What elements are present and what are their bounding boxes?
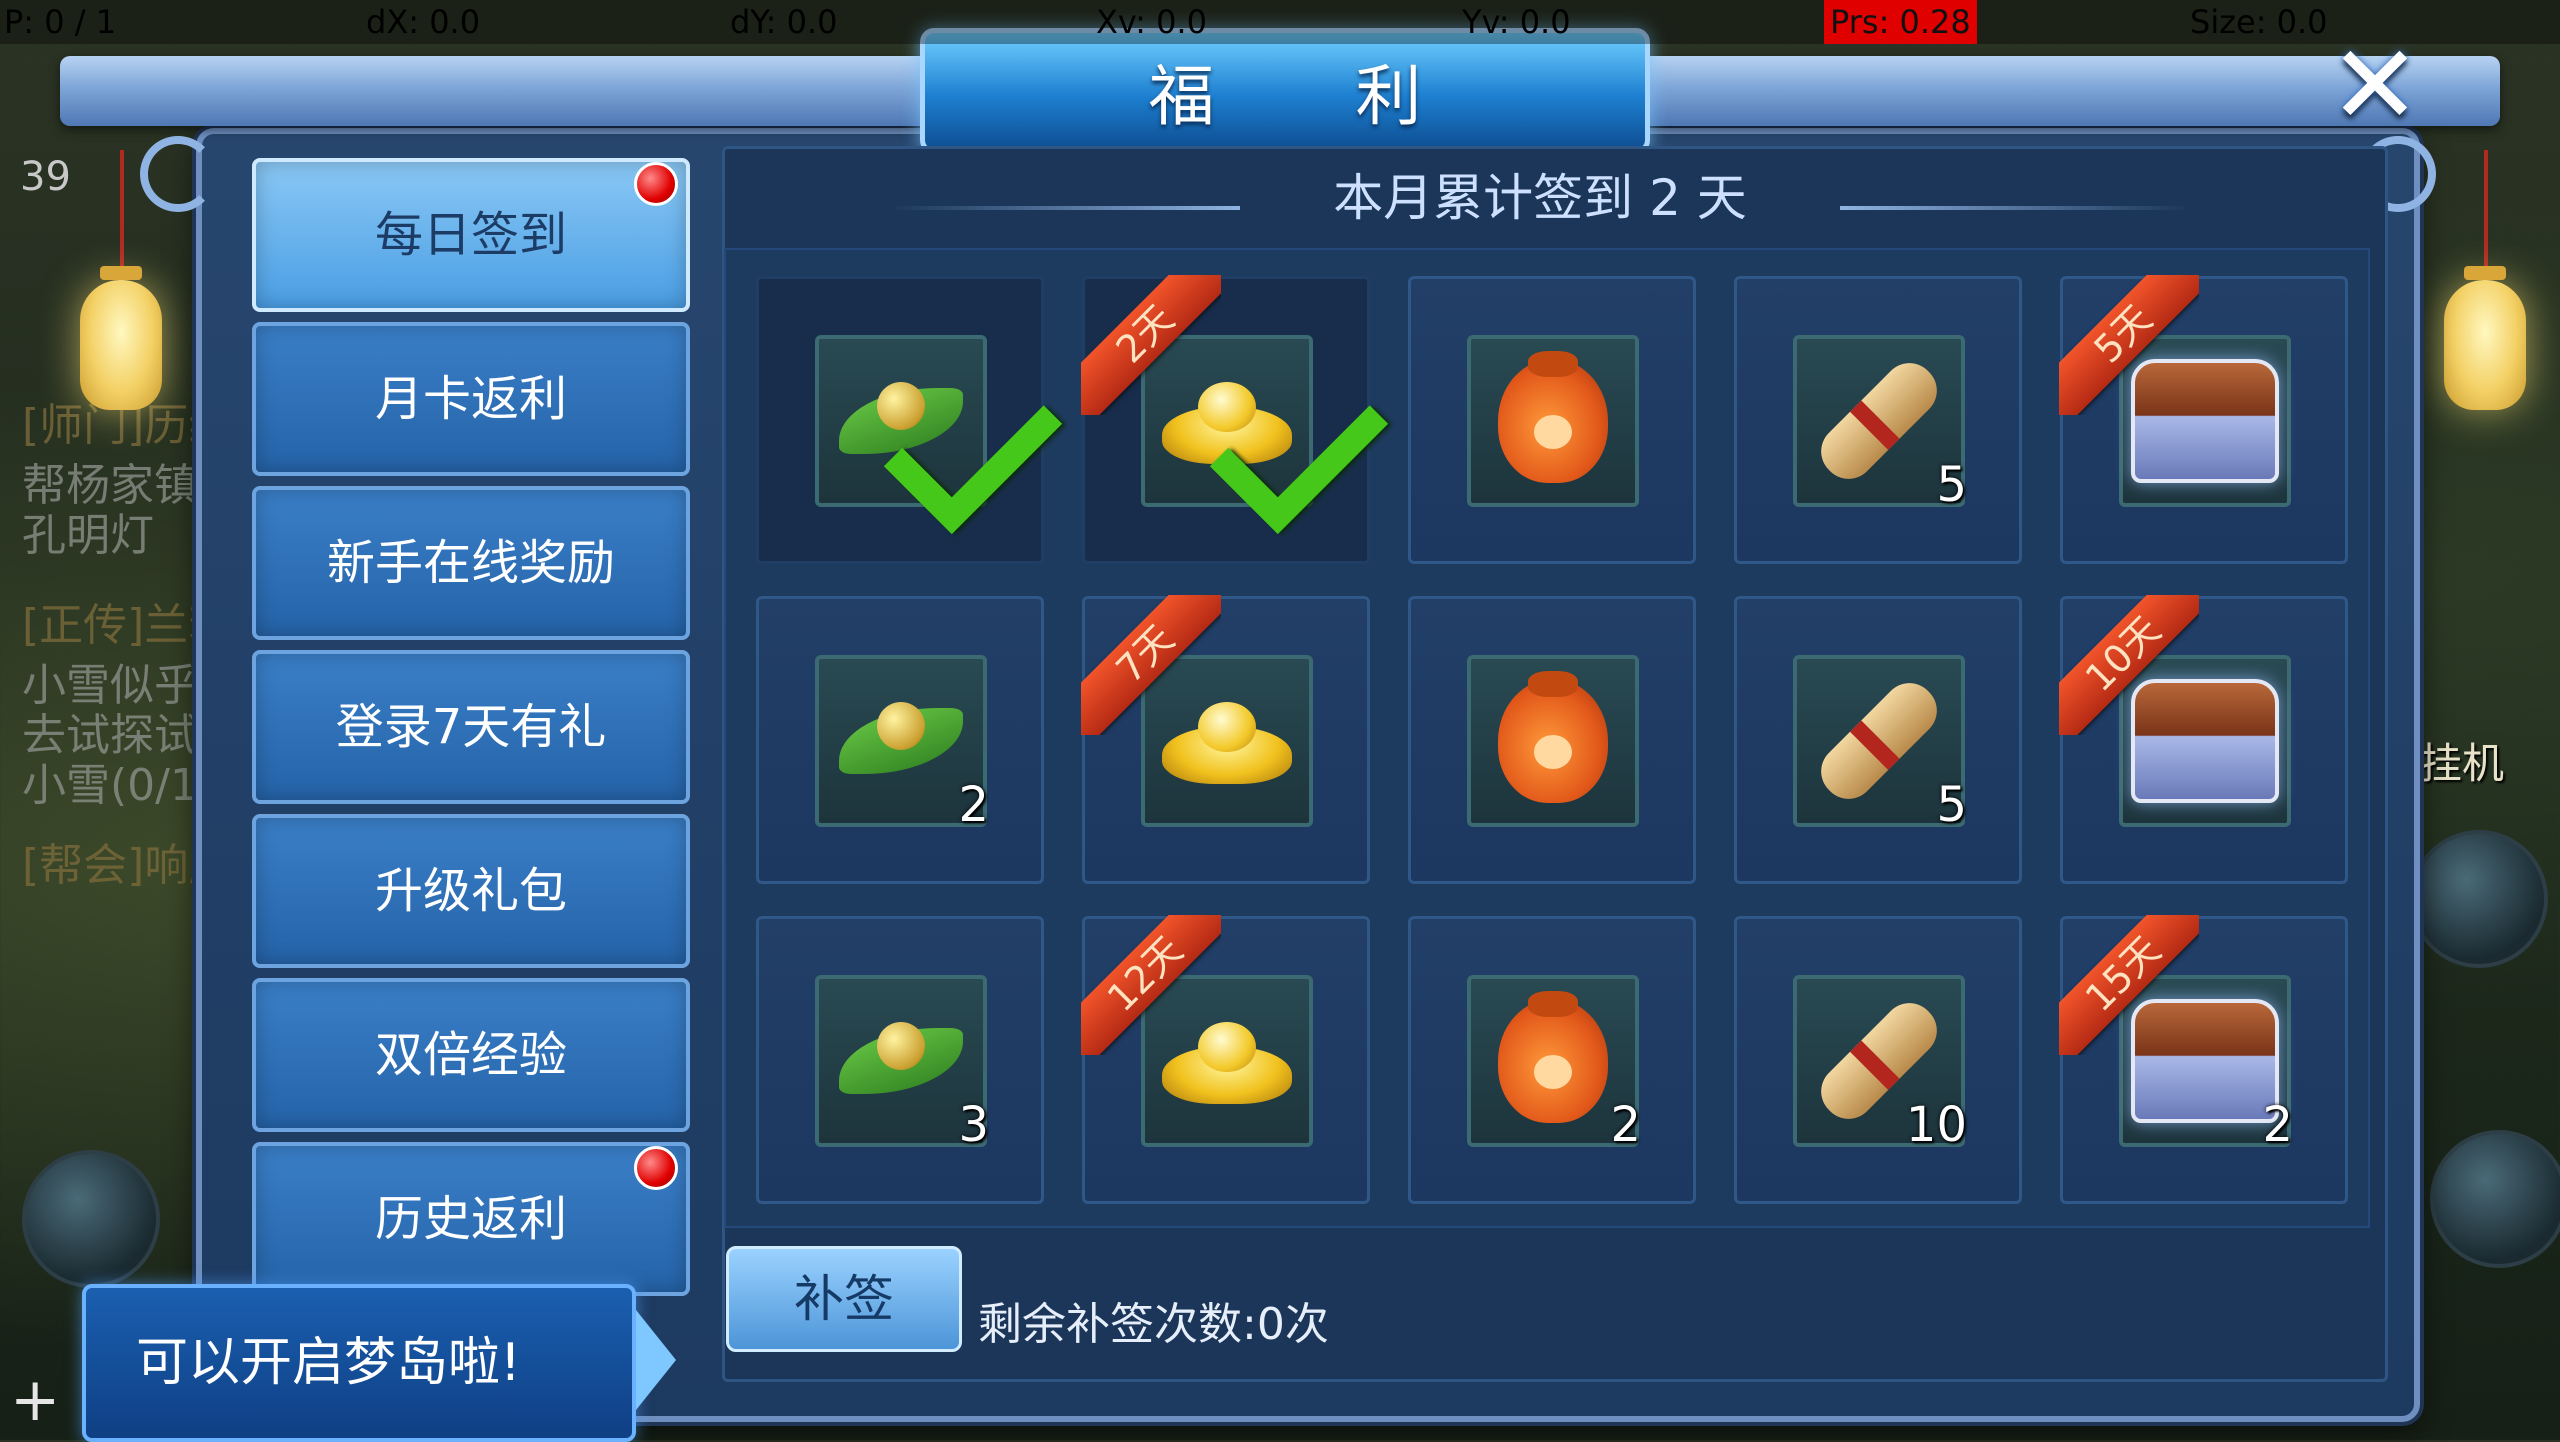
reward-cell[interactable]: 10 [1734, 916, 2022, 1204]
quest-line: 孔明灯 [22, 510, 154, 561]
reward-item-slot [2119, 655, 2291, 827]
reward-item-slot [1141, 655, 1313, 827]
reward-cell[interactable]: 2 [1408, 916, 1696, 1204]
header-divider-left [890, 206, 1240, 210]
sidebar-item-history-rebate[interactable]: 历史返利 [252, 1142, 690, 1296]
auto-battle-label: 挂机 [2420, 739, 2505, 788]
sidebar-item-double-exp[interactable]: 双倍经验 [252, 978, 690, 1132]
resign-button[interactable]: 补签 [726, 1246, 962, 1352]
sidebar-item-login-7days[interactable]: 登录7天有礼 [252, 650, 690, 804]
close-button[interactable]: ✕ [2320, 30, 2430, 140]
sidebar-item-label: 新手在线奖励 [326, 535, 615, 591]
skill-icon[interactable] [2410, 830, 2548, 968]
debug-pointer: P: 0 / 1 [4, 3, 117, 41]
reward-cell[interactable]: 3 [756, 916, 1044, 1204]
sidebar-item-levelup-pack[interactable]: 升级礼包 [252, 814, 690, 968]
treasure-chest-icon [2131, 679, 2279, 803]
reward-quantity: 5 [1936, 777, 1967, 833]
reward-item-slot [1467, 335, 1639, 507]
sidebar-item-daily-signin[interactable]: 每日签到 [252, 158, 690, 312]
sidebar-item-label: 每日签到 [374, 207, 567, 263]
notice-arrow-icon [636, 1310, 676, 1410]
sidebar-item-label: 双倍经验 [374, 1027, 567, 1083]
dream-island-notice[interactable]: 可以开启梦岛啦! [82, 1284, 636, 1442]
reward-quantity: 5 [1936, 457, 1967, 513]
quest-line: 小雪(0/1 [22, 760, 198, 811]
lock-icon[interactable] [2430, 1130, 2560, 1268]
scroll-icon [1810, 672, 1948, 810]
quest-line: 小雪似乎 [22, 660, 198, 711]
reward-quantity: 3 [958, 1097, 989, 1153]
reward-item-slot [1141, 335, 1389, 535]
reward-cell[interactable] [1408, 276, 1696, 564]
sidebar-item-monthly-card[interactable]: 月卡返利 [252, 322, 690, 476]
reward-item-slot [1141, 975, 1313, 1147]
window-title: 福 利 [1148, 58, 1482, 135]
reward-cell[interactable] [1408, 596, 1696, 884]
paw-bag-icon [1498, 351, 1608, 483]
leaf-pearl-icon [839, 702, 963, 774]
sidebar-item-label: 历史返利 [374, 1191, 567, 1247]
reward-cell[interactable]: 2 15天 [2059, 915, 2348, 1204]
claimed-check-icon [883, 355, 1063, 535]
header-divider-right [1840, 206, 2190, 210]
gold-ingot-icon [1162, 1016, 1292, 1106]
reward-cell[interactable]: 2天 [1081, 275, 1389, 564]
reward-quantity: 10 [1905, 1097, 1967, 1153]
treasure-chest-icon [2131, 359, 2279, 483]
reward-cell[interactable]: 5 [1734, 276, 2022, 564]
window-title-plate: 福 利 [920, 28, 1650, 154]
debug-overlay: P: 0 / 1 dX: 0.0 dY: 0.0 Xv: 0.0 Yv: 0.0… [0, 0, 2560, 44]
lantern-rope-left [120, 150, 124, 280]
treasure-chest-icon [2131, 999, 2279, 1123]
corner-ornament-left [140, 136, 216, 212]
monthly-signin-count: 本月累计签到 2 天 [1333, 169, 1747, 227]
reward-quantity: 2 [1610, 1097, 1641, 1153]
debug-xv: Xv: 0.0 [1096, 3, 1207, 41]
reward-cell[interactable]: 5天 [2059, 275, 2348, 564]
reward-quantity: 2 [2262, 1097, 2293, 1153]
reward-cell[interactable] [756, 276, 1063, 564]
plus-icon[interactable]: + [10, 1370, 60, 1430]
reward-item-slot [815, 335, 1063, 535]
debug-yv: Yv: 0.0 [1462, 3, 1571, 41]
paw-bag-icon [1498, 991, 1608, 1123]
reward-cell[interactable]: 2 [756, 596, 1044, 884]
reward-item-slot [2119, 335, 2291, 507]
reward-item-slot [1467, 655, 1639, 827]
debug-dy: dY: 0.0 [730, 3, 838, 41]
reward-cell[interactable]: 12天 [1081, 915, 1370, 1204]
mount-icon[interactable] [22, 1150, 160, 1288]
remaining-resign-count: 剩余补签次数:0次 [978, 1299, 1329, 1350]
player-level: 39 [20, 154, 71, 200]
notification-dot-icon [634, 1146, 678, 1190]
paw-bag-icon [1498, 671, 1608, 803]
lantern-left-icon [80, 266, 162, 410]
sidebar-item-newbie-online[interactable]: 新手在线奖励 [252, 486, 690, 640]
reward-cell[interactable]: 7天 [1081, 595, 1370, 884]
lantern-rope-right [2484, 150, 2488, 280]
sidebar-item-label: 登录7天有礼 [335, 699, 607, 755]
quest-line: 帮杨家镇 [22, 460, 198, 511]
reward-cell[interactable]: 5 [1734, 596, 2022, 884]
sidebar-item-label: 升级礼包 [374, 863, 567, 919]
quest-line: 去试探试 [22, 710, 198, 761]
reward-quantity: 2 [958, 777, 989, 833]
notification-dot-icon [634, 162, 678, 206]
reward-cell[interactable]: 10天 [2059, 595, 2348, 884]
scroll-icon [1810, 352, 1948, 490]
debug-pressure: Prs: 0.28 [1824, 0, 1977, 44]
leaf-pearl-icon [839, 1022, 963, 1094]
gold-ingot-icon [1162, 696, 1292, 786]
lantern-right-icon [2444, 266, 2526, 410]
debug-dx: dX: 0.0 [366, 3, 481, 41]
sidebar-item-label: 月卡返利 [374, 371, 567, 427]
debug-size: Size: 0.0 [2190, 3, 2328, 41]
